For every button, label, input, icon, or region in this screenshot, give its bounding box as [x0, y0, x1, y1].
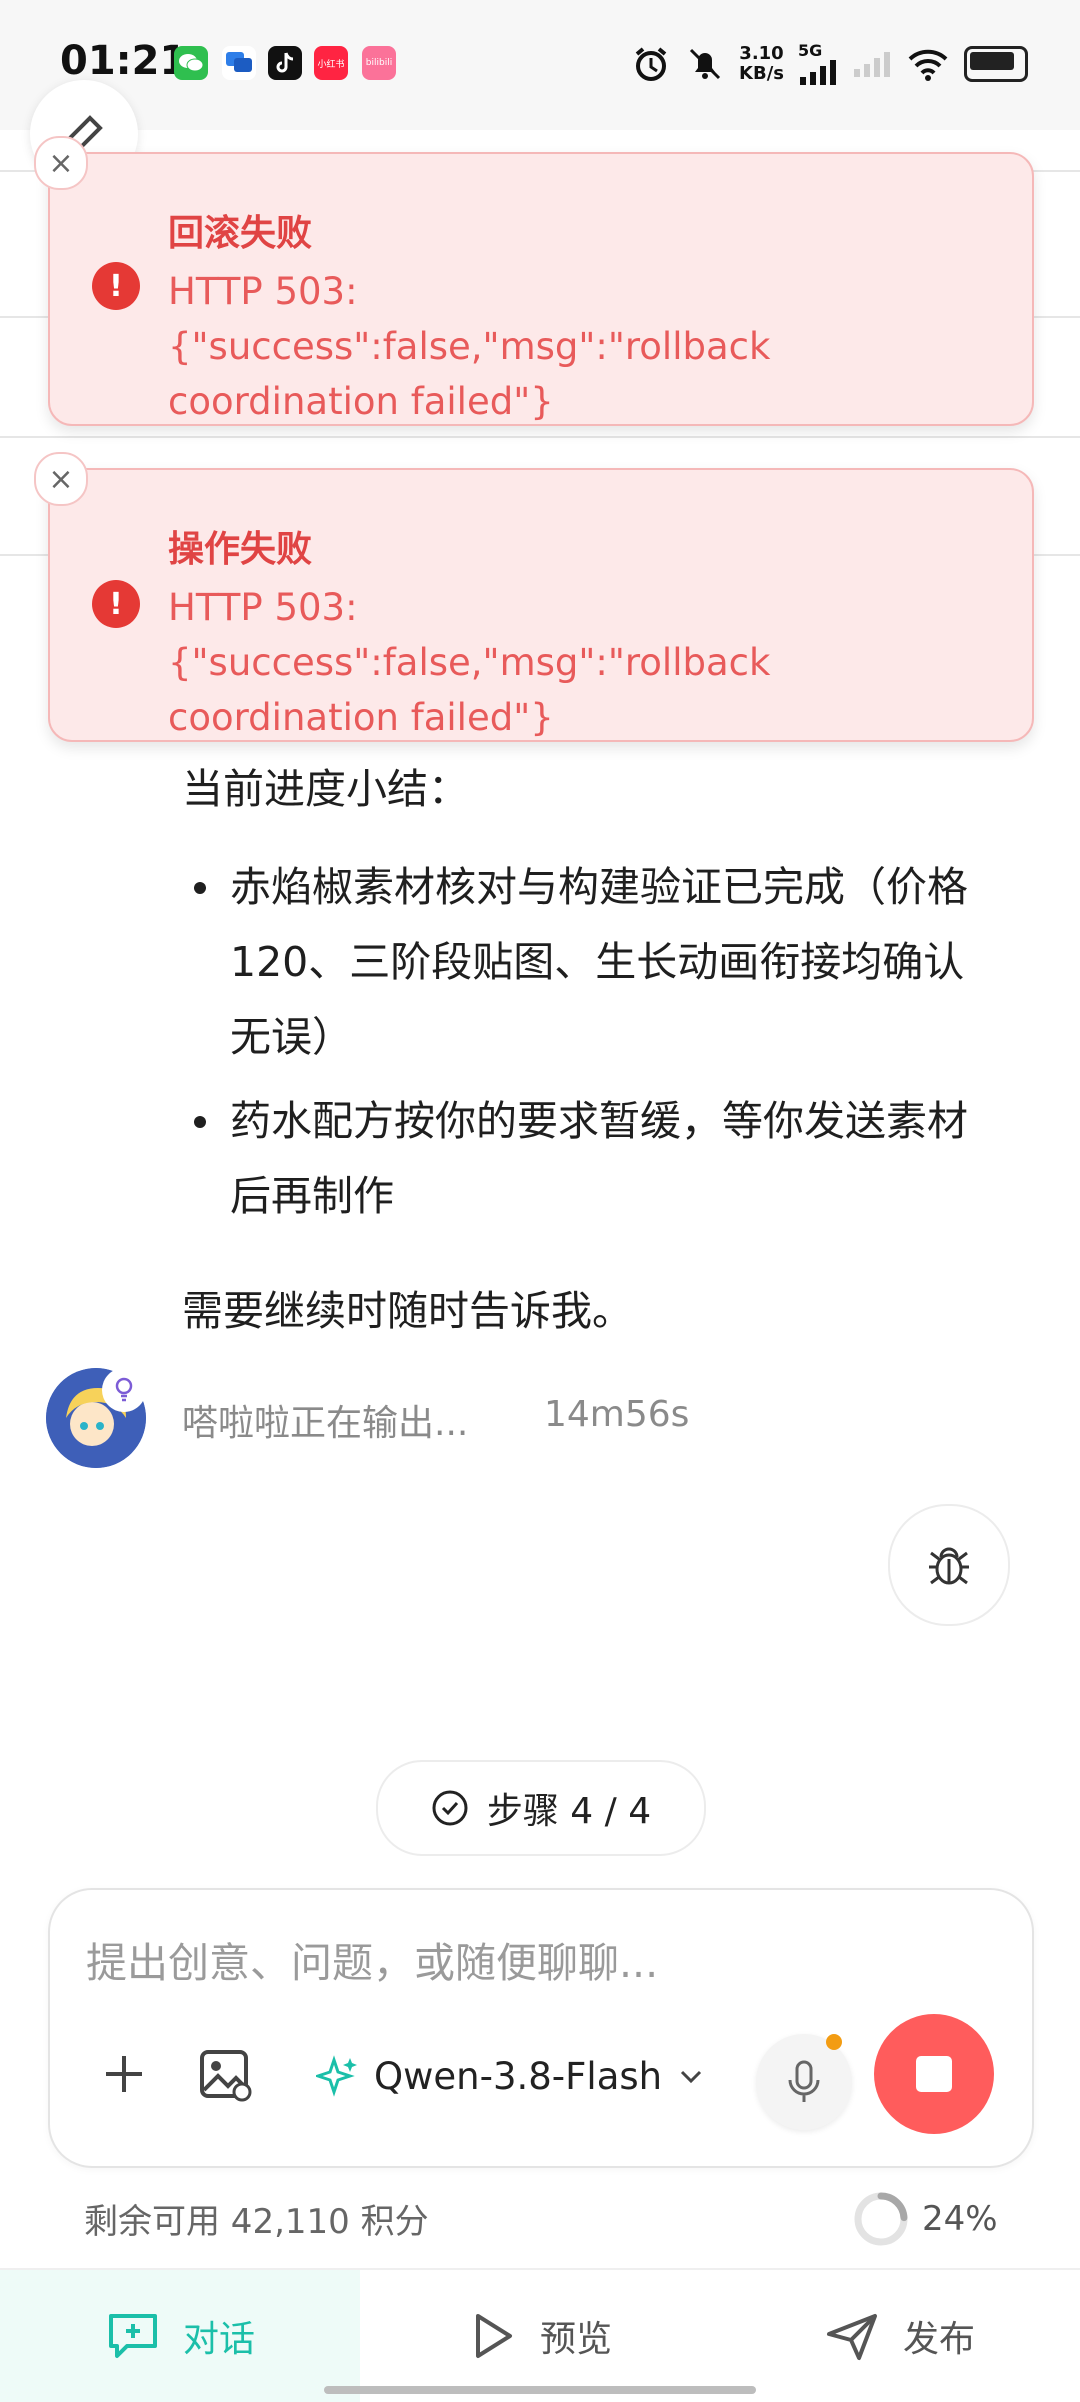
add-icon[interactable] — [96, 2046, 152, 2102]
net-speed-value: 3.10 — [739, 43, 784, 64]
sparkle-icon — [316, 2055, 357, 2097]
closing-text: 需要继续时随时告诉我。 — [182, 1287, 633, 1335]
chat-icon — [108, 2314, 157, 2358]
steps-indicator[interactable]: 步骤 4 / 4 — [376, 1760, 706, 1856]
assistant-status-text: 嗒啦啦正在输出... — [182, 1403, 469, 1444]
alarm-icon — [635, 47, 667, 81]
bilibili-label: bilibili — [365, 58, 393, 68]
tiktok-icon — [268, 46, 302, 80]
error-icon: ! — [92, 262, 140, 310]
close-icon[interactable]: × — [34, 452, 88, 506]
error-icon: ! — [92, 580, 140, 628]
stop-button[interactable] — [874, 2014, 994, 2134]
signal-5g: 5G — [798, 43, 838, 85]
model-selector[interactable]: Qwen-3.8-Flash — [316, 2046, 706, 2106]
elapsed-time: 14m56s — [544, 1394, 690, 1435]
divider — [0, 436, 1080, 438]
list-item: 药水配方按你的要求暂缓，等你发送素材后再制作 — [194, 1084, 1004, 1234]
xiaohongshu-label: 小红书 — [317, 59, 345, 70]
progress-ring-icon — [854, 2192, 908, 2246]
xiaohongshu-icon: 小红书 — [314, 46, 348, 80]
list-item-text: 药水配方按你的要求暂缓，等你发送素材后再制作 — [230, 1097, 968, 1220]
tab-label: 发布 — [902, 2319, 975, 2360]
summary-title: 当前进度小结： — [182, 765, 469, 813]
lightbulb-icon — [102, 1368, 146, 1412]
list-item: 赤焰椒素材核对与构建验证已完成（价格 120、三阶段贴图、生长动画衔接均确认无误… — [194, 850, 1004, 1075]
mute-bell-icon — [689, 48, 721, 80]
close-icon[interactable]: × — [34, 136, 88, 190]
bilibili-icon: bilibili — [362, 46, 396, 80]
message-icon — [222, 46, 256, 80]
progress-percent: 24% — [922, 2199, 998, 2239]
tab-label: 对话 — [182, 2319, 255, 2360]
debug-button[interactable] — [888, 1504, 1010, 1626]
credits-remaining: 剩余可用 42,110 积分 — [84, 2202, 429, 2242]
tab-chat[interactable]: 对话 — [0, 2270, 360, 2402]
net-speed: 3.10 KB/s — [739, 44, 784, 84]
bullet-dot — [194, 1116, 206, 1128]
chat-input[interactable] — [84, 1932, 968, 1994]
send-icon — [826, 2314, 877, 2360]
signal-bars-icon — [800, 60, 836, 85]
usage-progress: 24% — [852, 2190, 998, 2248]
tab-label: 预览 — [539, 2319, 612, 2360]
play-icon — [475, 2314, 512, 2358]
status-time: 01:21 — [60, 38, 188, 84]
status-icons: 3.10 KB/s 5G — [631, 42, 1028, 86]
bug-icon — [929, 1547, 969, 1585]
net-speed-unit: KB/s — [739, 63, 784, 84]
toast-title: 回滚失败 — [168, 213, 313, 254]
list-item-text: 赤焰椒素材核对与构建验证已完成（价格 120、三阶段贴图、生长动画衔接均确认无误… — [230, 863, 968, 1061]
steps-label: 步骤 4 / 4 — [486, 1791, 652, 1832]
battery-icon — [964, 46, 1028, 82]
toast-message: HTTP 503: {"success":false,"msg":"rollba… — [168, 586, 771, 739]
notification-dot — [826, 2034, 842, 2050]
bullet-dot — [194, 882, 206, 894]
wechat-icon — [174, 46, 208, 80]
microphone-icon — [788, 2060, 820, 2102]
bottom-nav: 对话 预览 发布 — [0, 2268, 1080, 2402]
composer — [48, 1888, 1034, 2168]
chevron-down-icon — [681, 2070, 702, 2084]
tab-publish[interactable]: 发布 — [720, 2270, 1080, 2402]
toast-message: HTTP 503: {"success":false,"msg":"rollba… — [168, 270, 771, 423]
signal-bars-secondary-icon — [854, 52, 890, 77]
model-name: Qwen-3.8-Flash — [374, 2054, 663, 2098]
check-circle-icon — [432, 1790, 468, 1826]
tab-preview[interactable]: 预览 — [360, 2270, 720, 2402]
wifi-icon — [908, 49, 948, 81]
image-upload-icon[interactable] — [196, 2046, 254, 2104]
network-type-label: 5G — [798, 41, 823, 60]
toast-title: 操作失败 — [168, 529, 313, 570]
stop-icon — [916, 2056, 952, 2092]
home-indicator — [324, 2386, 756, 2394]
